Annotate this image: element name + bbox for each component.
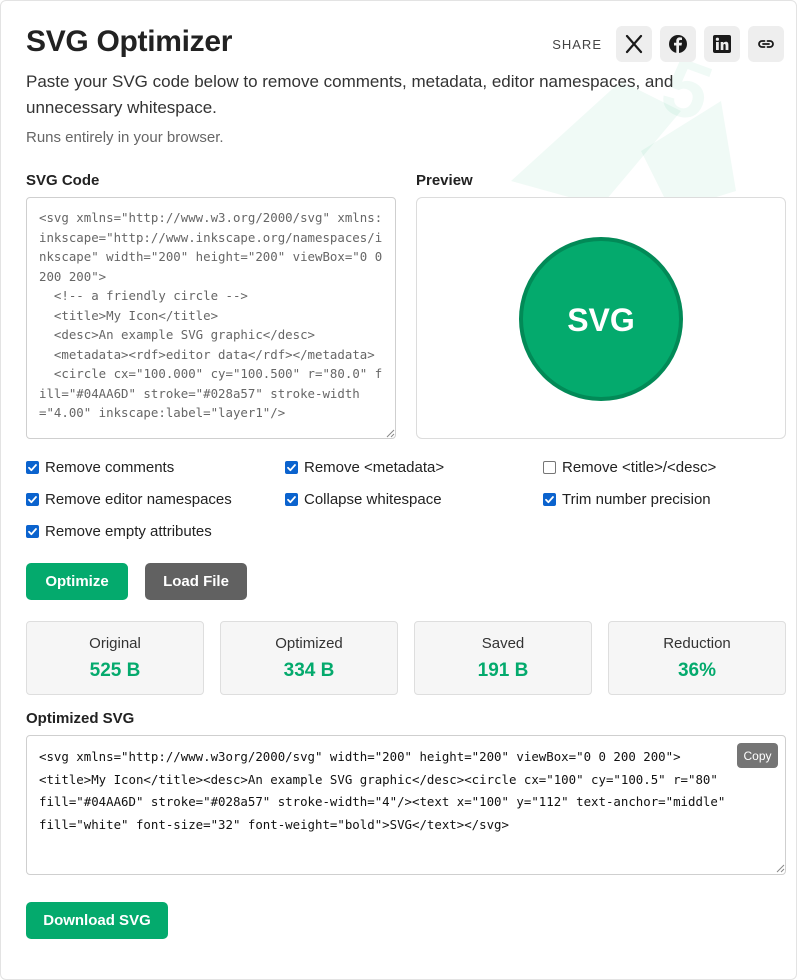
option-remove-title-desc[interactable]: Remove <title>/<desc> — [543, 459, 716, 476]
share-x-button[interactable] — [616, 26, 652, 62]
stat-value: 191 B — [477, 660, 529, 681]
stat-saved: Saved 191 B — [414, 621, 592, 695]
browser-note: Runs entirely in your browser. — [26, 129, 224, 146]
page-title: SVG Optimizer — [26, 25, 233, 58]
checkbox-icon[interactable] — [26, 525, 39, 538]
option-label: Collapse whitespace — [304, 491, 442, 508]
copy-button[interactable]: Copy — [737, 743, 778, 768]
preview-label: Preview — [416, 172, 473, 189]
option-remove-comments[interactable]: Remove comments — [26, 459, 174, 476]
checkbox-icon[interactable] — [543, 461, 556, 474]
stat-label: Reduction — [663, 635, 731, 652]
option-remove-metadata[interactable]: Remove <metadata> — [285, 459, 444, 476]
preview-svg: SVG — [519, 237, 683, 401]
stat-original: Original 525 B — [26, 621, 204, 695]
load-file-button[interactable]: Load File — [145, 563, 247, 600]
optimize-button[interactable]: Optimize — [26, 563, 128, 600]
share-bar: SHARE — [552, 26, 784, 62]
option-label: Remove empty attributes — [45, 523, 212, 540]
stat-value: 36% — [677, 660, 717, 681]
copy-link-button[interactable] — [748, 26, 784, 62]
stat-value: 525 B — [89, 660, 141, 681]
svg-code-label: SVG Code — [26, 172, 100, 189]
stat-label: Saved — [481, 635, 525, 652]
resize-handle-icon[interactable] — [385, 428, 395, 438]
optimized-svg-label: Optimized SVG — [26, 710, 135, 727]
option-label: Remove <metadata> — [304, 459, 445, 476]
share-linkedin-button[interactable] — [704, 26, 740, 62]
option-label: Remove editor namespaces — [45, 491, 232, 508]
linkedin-icon — [713, 35, 731, 53]
stat-reduction: Reduction 36% — [608, 621, 786, 695]
facebook-icon — [669, 35, 687, 53]
option-label: Remove comments — [45, 459, 175, 476]
option-label: Remove <title>/<desc> — [562, 459, 717, 476]
option-label: Trim number precision — [562, 491, 711, 508]
share-facebook-button[interactable] — [660, 26, 696, 62]
stat-optimized: Optimized 334 B — [220, 621, 398, 695]
svg-optimizer-card: 5 SVG Optimizer SHARE Paste your SVG cod… — [0, 0, 797, 980]
resize-handle-icon[interactable] — [775, 863, 785, 873]
preview-circle-text: SVG — [567, 302, 635, 338]
checkbox-icon[interactable] — [26, 461, 39, 474]
checkbox-icon[interactable] — [26, 493, 39, 506]
intro-description: Paste your SVG code below to remove comm… — [26, 72, 674, 117]
stat-label: Optimized — [275, 635, 343, 652]
option-remove-editor-namespaces[interactable]: Remove editor namespaces — [26, 491, 232, 508]
link-icon — [758, 40, 774, 48]
stat-value: 334 B — [283, 660, 335, 681]
download-svg-button[interactable]: Download SVG — [26, 902, 168, 939]
option-collapse-whitespace[interactable]: Collapse whitespace — [285, 491, 442, 508]
svg-code-input[interactable]: <svg xmlns="http://www.w3.org/2000/svg" … — [26, 197, 396, 439]
checkbox-icon[interactable] — [285, 461, 298, 474]
checkbox-icon[interactable] — [285, 493, 298, 506]
option-remove-empty-attributes[interactable]: Remove empty attributes — [26, 523, 212, 540]
preview-panel: SVG — [416, 197, 786, 439]
option-trim-number-precision[interactable]: Trim number precision — [543, 491, 711, 508]
w3-watermark-logo: 5 — [511, 41, 736, 211]
checkbox-icon[interactable] — [543, 493, 556, 506]
stat-label: Original — [89, 635, 141, 652]
optimized-svg-output[interactable]: <svg xmlns="http://www.w3org/2000/svg" w… — [26, 735, 786, 875]
x-twitter-icon — [625, 34, 643, 54]
share-label: SHARE — [552, 36, 602, 52]
